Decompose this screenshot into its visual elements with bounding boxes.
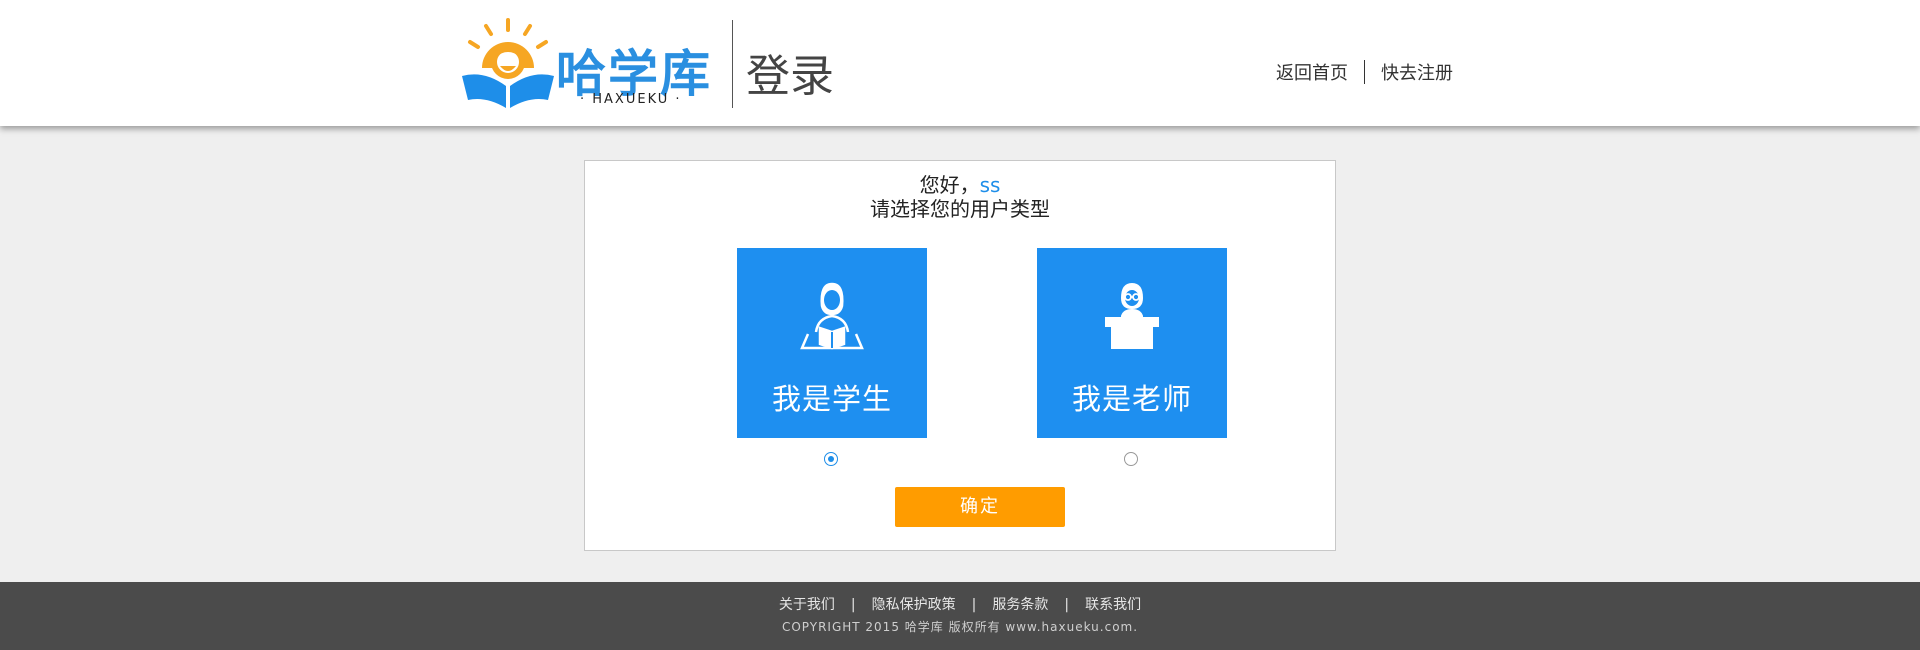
footer-link-privacy[interactable]: 隐私保护政策 <box>872 597 956 613</box>
student-radio[interactable] <box>824 452 838 466</box>
username: ss <box>979 173 1001 197</box>
footer-separator: | <box>850 597 856 613</box>
footer-separator: | <box>1064 597 1070 613</box>
logo-sun-book-icon <box>462 18 554 108</box>
copyright: COPYRIGHT 2015 哈学库 版权所有 www.haxueku.com. <box>781 620 1139 634</box>
footer-links: 关于我们 | 隐私保护政策 | 服务条款 | 联系我们 <box>0 594 1920 614</box>
nav-divider <box>1364 60 1365 84</box>
student-option-label: 我是学生 <box>771 382 892 416</box>
header-nav: 返回首页 快去注册 <box>1276 60 1453 84</box>
greeting: 您好，ss <box>585 173 1335 197</box>
student-option-card[interactable]: 我是学生 <box>737 248 927 438</box>
user-type-panel: 您好，ss 请选择您的用户类型 我是学生 我是老师 确定 <box>584 160 1336 551</box>
home-link[interactable]: 返回首页 <box>1276 59 1348 85</box>
user-type-prompt: 请选择您的用户类型 <box>870 197 1050 221</box>
footer-link-contact[interactable]: 联系我们 <box>1085 597 1141 613</box>
register-link[interactable]: 快去注册 <box>1381 59 1453 85</box>
teacher-desk-icon <box>1105 282 1159 349</box>
logo-subtext: · HAXUEKU · <box>580 92 682 107</box>
footer-link-terms[interactable]: 服务条款 <box>992 597 1048 613</box>
page-title: 登录 <box>746 51 834 102</box>
footer-link-about[interactable]: 关于我们 <box>779 597 835 613</box>
footer-separator: | <box>971 597 977 613</box>
header-divider <box>732 20 733 108</box>
logo[interactable]: 哈学库 · HAXUEKU · <box>460 16 720 112</box>
greeting-prefix: 您好， <box>919 173 980 197</box>
teacher-radio[interactable] <box>1124 452 1138 466</box>
teacher-option-card[interactable]: 我是老师 <box>1037 248 1227 438</box>
footer: 关于我们 | 隐私保护政策 | 服务条款 | 联系我们 COPYRIGHT 2015 哈学库… <box>0 582 1920 650</box>
student-reading-icon <box>800 282 864 350</box>
header: 哈学库 · HAXUEKU · 登录 返回首页 快去注册 <box>0 0 1920 126</box>
teacher-option-label: 我是老师 <box>1071 382 1192 416</box>
confirm-button[interactable]: 确定 <box>895 487 1065 527</box>
